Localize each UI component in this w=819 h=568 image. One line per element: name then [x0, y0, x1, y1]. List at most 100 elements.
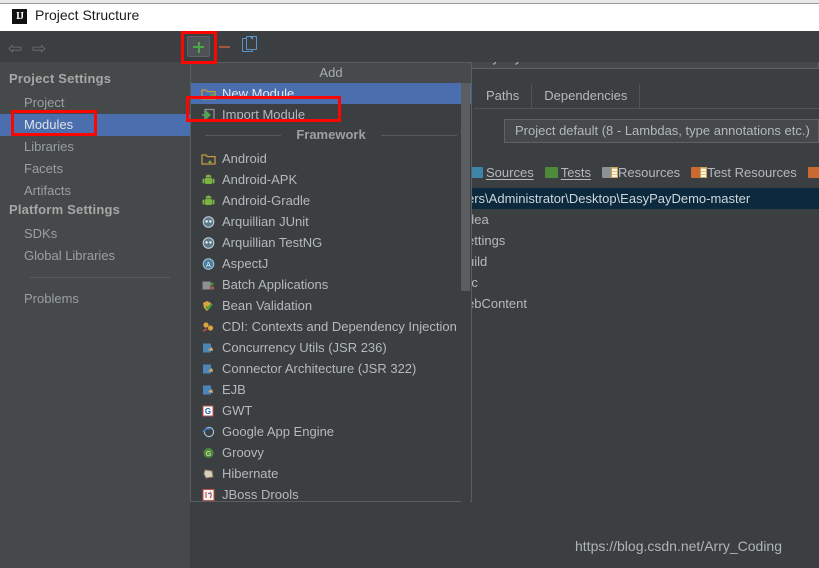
sidebar-group-project-settings: Project Settings — [9, 71, 112, 86]
window-title: Project Structure — [35, 7, 140, 23]
resources-folder-icon — [602, 167, 619, 178]
menu-item-arquillian-testng[interactable]: Arquillian TestNG — [191, 232, 471, 253]
project-structure-window: IJ Project Structure Name: EasyPayDemo-m… — [0, 0, 819, 568]
tree-row[interactable]: ettings — [455, 230, 819, 251]
sidebar-item-libraries[interactable]: Libraries — [0, 136, 190, 158]
dialog-toolbar — [0, 31, 819, 62]
menu-separator-framework: Framework — [191, 125, 471, 145]
menu-item-cdi[interactable]: CDI: Contexts and Dependency Injection — [191, 316, 471, 337]
tree-row[interactable]: rc — [455, 272, 819, 293]
tree-row[interactable]: dea — [455, 209, 819, 230]
cdi-icon — [201, 319, 216, 333]
mark-as-resources-label: Resources — [618, 165, 681, 180]
menu-item-cdi-label: CDI: Contexts and Dependency Injection — [222, 319, 457, 334]
menu-item-ejb[interactable]: EJB — [191, 379, 471, 400]
jsr-icon — [201, 340, 216, 354]
sidebar-item-sdks[interactable]: SDKs — [0, 223, 190, 245]
sidebar-divider — [30, 277, 170, 278]
sidebar-item-global-libraries[interactable]: Global Libraries — [0, 245, 190, 267]
menu-item-hibernate[interactable]: Hibernate — [191, 463, 471, 484]
separator-line-right — [381, 135, 457, 136]
tab-paths[interactable]: Paths — [474, 84, 533, 108]
menu-item-gwt[interactable]: G GWT — [191, 400, 471, 421]
menu-item-groovy[interactable]: G Groovy — [191, 442, 471, 463]
arquillian-icon — [201, 235, 216, 249]
menu-item-jboss-drools[interactable]: JBoss Drools — [191, 484, 471, 505]
bean-validation-icon — [201, 298, 216, 312]
svg-text:G: G — [205, 407, 211, 416]
batch-applications-icon — [201, 277, 216, 291]
menu-item-android-apk[interactable]: Android-APK — [191, 169, 471, 190]
sidebar-item-problems[interactable]: Problems — [0, 288, 190, 310]
mark-as-sources[interactable]: Sources — [470, 165, 534, 180]
watermark-text: https://blog.csdn.net/Arry_Coding — [575, 538, 783, 554]
hibernate-icon — [201, 466, 216, 480]
menu-item-google-app-engine-label: Google App Engine — [222, 424, 335, 439]
mark-as-excluded[interactable] — [807, 165, 819, 180]
menu-item-jboss-drools-label: JBoss Drools — [222, 487, 299, 502]
tab-underline — [474, 108, 819, 109]
sidebar-group-platform-settings: Platform Settings — [9, 202, 121, 217]
tree-row[interactable]: uild — [455, 251, 819, 272]
tests-folder-icon — [544, 167, 558, 178]
module-tabs: Paths Dependencies — [474, 84, 641, 108]
add-popup-menu: Add New Module Import Module Framework A… — [190, 62, 472, 502]
separator-line-left — [205, 135, 281, 136]
mark-as-tests[interactable]: Tests — [544, 165, 592, 180]
menu-item-aspectj[interactable]: A AspectJ — [191, 253, 471, 274]
svg-text:G: G — [206, 451, 211, 458]
menu-item-hibernate-label: Hibernate — [222, 466, 279, 481]
mark-as-test-resources-label: Test Resources — [707, 165, 797, 180]
menu-item-concurrency-utils[interactable]: Concurrency Utils (JSR 236) — [191, 337, 471, 358]
android-robot-icon — [201, 172, 216, 186]
android-robot-icon — [201, 193, 216, 207]
aspectj-icon: A — [201, 256, 216, 270]
excluded-folder-icon — [807, 167, 819, 178]
import-module-highlight — [186, 96, 341, 122]
tab-dependencies[interactable]: Dependencies — [532, 84, 641, 108]
svg-text:A: A — [206, 262, 211, 269]
content-roots-tree: ers\Administrator\Desktop\EasyPayDemo-ma… — [455, 188, 819, 314]
menu-item-connector-architecture-label: Connector Architecture (JSR 322) — [222, 361, 417, 376]
menu-item-android-gradle-label: Android-Gradle — [222, 193, 311, 208]
copy-icon-fold — [249, 36, 253, 40]
menu-header-add: Add — [191, 63, 471, 83]
menu-item-batch-applications-label: Batch Applications — [222, 277, 329, 292]
jsr-icon — [201, 361, 216, 375]
mark-as-tests-label: Tests — [560, 165, 592, 180]
tree-row[interactable]: ebContent — [455, 293, 819, 314]
menu-item-android-apk-label: Android-APK — [222, 172, 298, 187]
groovy-icon: G — [201, 445, 216, 459]
modules-item-highlight — [11, 110, 97, 136]
mark-as-sources-label: Sources — [486, 165, 534, 180]
mark-as-resources[interactable]: Resources — [602, 165, 680, 180]
android-folder-icon — [201, 151, 216, 165]
menu-item-android-gradle[interactable]: Android-Gradle — [191, 190, 471, 211]
mark-as-test-resources[interactable]: Test Resources — [691, 165, 797, 180]
window-chrome-divider — [0, 3, 819, 4]
navigate-forward-icon[interactable]: ⇨ — [32, 40, 46, 57]
menu-item-arquillian-junit[interactable]: Arquillian JUnit — [191, 211, 471, 232]
menu-item-aspectj-label: AspectJ — [222, 256, 269, 271]
menu-item-batch-applications[interactable]: Batch Applications — [191, 274, 471, 295]
menu-item-android[interactable]: Android — [191, 148, 471, 169]
remove-module-icon[interactable] — [219, 46, 230, 48]
sidebar-item-facets[interactable]: Facets — [0, 158, 190, 180]
menu-item-concurrency-utils-label: Concurrency Utils (JSR 236) — [222, 340, 387, 355]
language-level-select[interactable]: Project default (8 - Lambdas, type annot… — [504, 119, 819, 143]
tree-row[interactable]: ers\Administrator\Desktop\EasyPayDemo-ma… — [455, 188, 819, 209]
add-button-highlight — [181, 31, 217, 64]
menu-item-bean-validation-label: Bean Validation — [222, 298, 313, 313]
copy-module-icon[interactable] — [242, 36, 257, 52]
navigate-back-icon[interactable]: ⇦ — [8, 40, 22, 57]
google-app-engine-icon — [201, 424, 216, 438]
test-resources-folder-icon — [691, 167, 708, 178]
menu-item-bean-validation[interactable]: Bean Validation — [191, 295, 471, 316]
menu-scrollbar-thumb[interactable] — [461, 83, 470, 291]
arquillian-icon — [201, 214, 216, 228]
menu-item-connector-architecture[interactable]: Connector Architecture (JSR 322) — [191, 358, 471, 379]
menu-separator-label: Framework — [296, 127, 366, 142]
menu-item-google-app-engine[interactable]: Google App Engine — [191, 421, 471, 442]
sidebar-item-artifacts[interactable]: Artifacts — [0, 180, 190, 202]
menu-item-gwt-label: GWT — [222, 403, 253, 418]
